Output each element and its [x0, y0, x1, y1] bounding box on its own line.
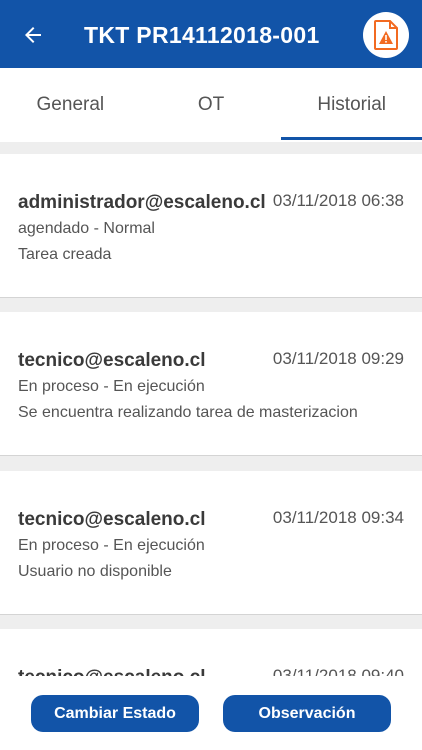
bottom-action-bar: Cambiar Estado Observación [0, 676, 422, 750]
history-list[interactable]: administrador@escaleno.cl 03/11/2018 06:… [0, 142, 422, 676]
pdf-button[interactable] [363, 12, 409, 58]
arrow-left-icon [25, 27, 41, 43]
tab-bar: General OT Historial [0, 68, 422, 142]
back-button[interactable] [18, 20, 48, 50]
history-item: tecnico@escaleno.cl 03/11/2018 09:40 [0, 629, 422, 676]
history-status: agendado - Normal [18, 220, 155, 237]
history-user: tecnico@escaleno.cl [18, 667, 206, 676]
pdf-warning-icon [374, 20, 398, 50]
history-item: administrador@escaleno.cl 03/11/2018 06:… [0, 154, 422, 298]
history-description: Usuario no disponible [18, 563, 172, 580]
history-status: En proceso - En ejecución [18, 537, 205, 554]
history-user: tecnico@escaleno.cl [18, 509, 206, 530]
history-item: tecnico@escaleno.cl 03/11/2018 09:29 En … [0, 312, 422, 456]
change-state-button[interactable]: Cambiar Estado [31, 695, 199, 732]
history-date: 03/11/2018 06:38 [272, 191, 404, 210]
tab-historial[interactable]: Historial [281, 68, 422, 142]
observation-button[interactable]: Observación [223, 695, 391, 732]
history-item: tecnico@escaleno.cl 03/11/2018 09:34 En … [0, 471, 422, 615]
tab-general[interactable]: General [0, 68, 141, 142]
history-status: En proceso - En ejecución [18, 378, 205, 395]
history-user: tecnico@escaleno.cl [18, 350, 206, 371]
history-date: 03/11/2018 09:29 [272, 349, 404, 368]
page-title: TKT PR14112018-001 [84, 22, 320, 48]
history-description: Se encuentra realizando tarea de masteri… [18, 404, 358, 421]
history-user: administrador@escaleno.cl [18, 192, 266, 213]
history-description: Tarea creada [18, 246, 112, 263]
history-date: 03/11/2018 09:40 [272, 666, 404, 676]
tab-ot[interactable]: OT [141, 68, 282, 142]
app-bar: TKT PR14112018-001 [0, 0, 422, 68]
history-date: 03/11/2018 09:34 [272, 508, 404, 527]
